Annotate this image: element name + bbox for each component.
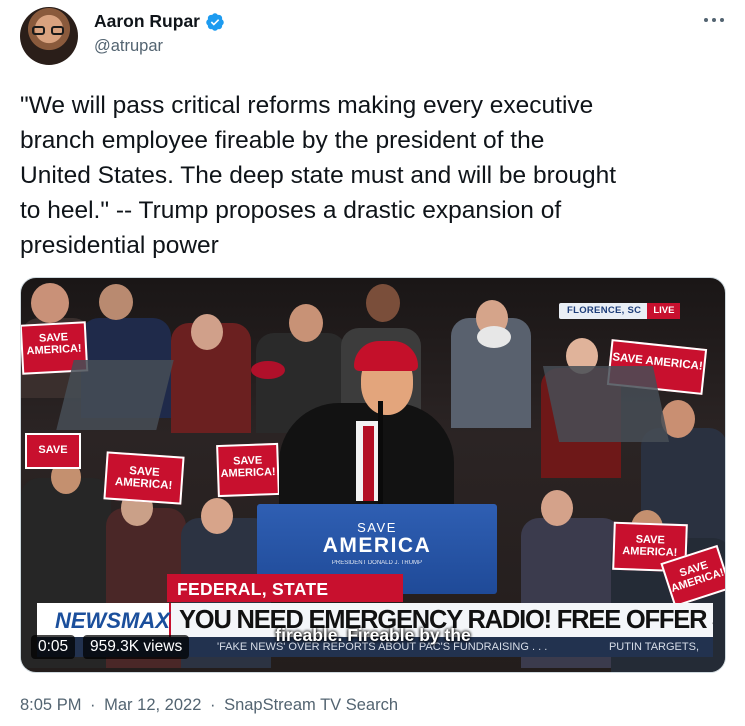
author-row: Aaron Rupar (94, 11, 225, 32)
speaker-tie (363, 426, 374, 501)
glasses-graphic (32, 26, 66, 35)
teleprompter-right (542, 366, 670, 442)
avatar[interactable] (20, 7, 78, 65)
video-views: 959.3K views (83, 635, 190, 659)
tweet-text: "We will pass critical reforms making ev… (20, 92, 617, 259)
podium-line-2: AMERICA (322, 534, 432, 557)
verified-badge-icon (206, 12, 224, 31)
author-handle[interactable]: @atrupar (94, 37, 163, 56)
podium-line-3: PRESIDENT DONALD J. TRUMP (331, 560, 423, 566)
tweet-date[interactable]: Mar 12, 2022 (104, 696, 201, 714)
tweet-time[interactable]: 8:05 PM (20, 696, 81, 714)
separator: · (209, 696, 216, 714)
separator: · (90, 696, 96, 714)
crowd-sign: SAVE (25, 433, 81, 469)
live-badge: LIVE (647, 303, 681, 319)
microphone-stand (378, 401, 383, 511)
location-label: FLORENCE, SC (559, 303, 648, 319)
crowd-sign: SAVE AMERICA! (216, 442, 280, 498)
video-time: 0:05 (31, 635, 76, 659)
lower-third-banner: FEDERAL, STATE AGENCIES: (167, 574, 403, 629)
more-options-icon[interactable] (700, 10, 728, 30)
crowd-sign: SAVE AMERICA! (103, 451, 185, 505)
teleprompter-left (56, 360, 174, 430)
tweet-source[interactable]: SnapStream TV Search (224, 696, 398, 714)
podium-line-1: SAVE (357, 520, 397, 535)
author-name[interactable]: Aaron Rupar (94, 11, 200, 32)
location-bug: FLORENCE, SC LIVE (559, 303, 681, 319)
tweet-metadata: 8:05 PM · Mar 12, 2022 · SnapStream TV S… (20, 696, 402, 715)
speaker-hat (354, 341, 418, 371)
video-player[interactable]: SAVE AMERICA! SAVE AMERICA! SAVE AMERICA… (20, 277, 726, 673)
